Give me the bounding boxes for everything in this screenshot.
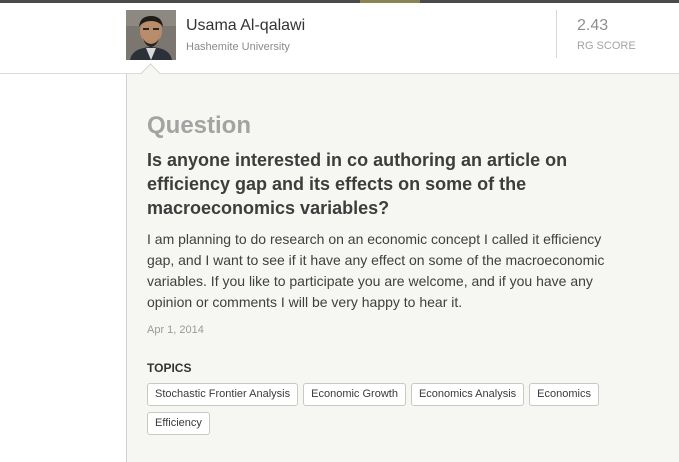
rg-score-value: 2.43 bbox=[577, 17, 609, 34]
author-name[interactable]: Usama Al-qalawi bbox=[186, 17, 305, 35]
author-institution[interactable]: Hashemite University bbox=[186, 41, 290, 53]
question-date: Apr 1, 2014 bbox=[147, 324, 204, 336]
topic-tag[interactable]: Stochastic Frontier Analysis bbox=[147, 383, 299, 406]
author-header bbox=[0, 3, 679, 74]
topic-tag[interactable]: Economics bbox=[529, 383, 599, 406]
score-divider bbox=[556, 10, 557, 58]
topic-tag[interactable]: Efficiency bbox=[147, 412, 210, 435]
question-body: I am planning to do research on an econo… bbox=[147, 231, 605, 310]
author-avatar[interactable] bbox=[126, 10, 176, 60]
section-title: Question bbox=[147, 112, 252, 139]
topics-heading: TOPICS bbox=[147, 361, 192, 375]
topic-tag[interactable]: Economic Growth bbox=[303, 383, 406, 406]
avatar-photo-icon bbox=[126, 10, 176, 60]
rg-score-label: RG SCORE bbox=[577, 40, 636, 52]
question-title: Is anyone interested in co authoring an … bbox=[147, 150, 568, 218]
topic-tag[interactable]: Economics Analysis bbox=[410, 383, 525, 406]
topics-list: Stochastic Frontier Analysis Economic Gr… bbox=[147, 383, 617, 435]
